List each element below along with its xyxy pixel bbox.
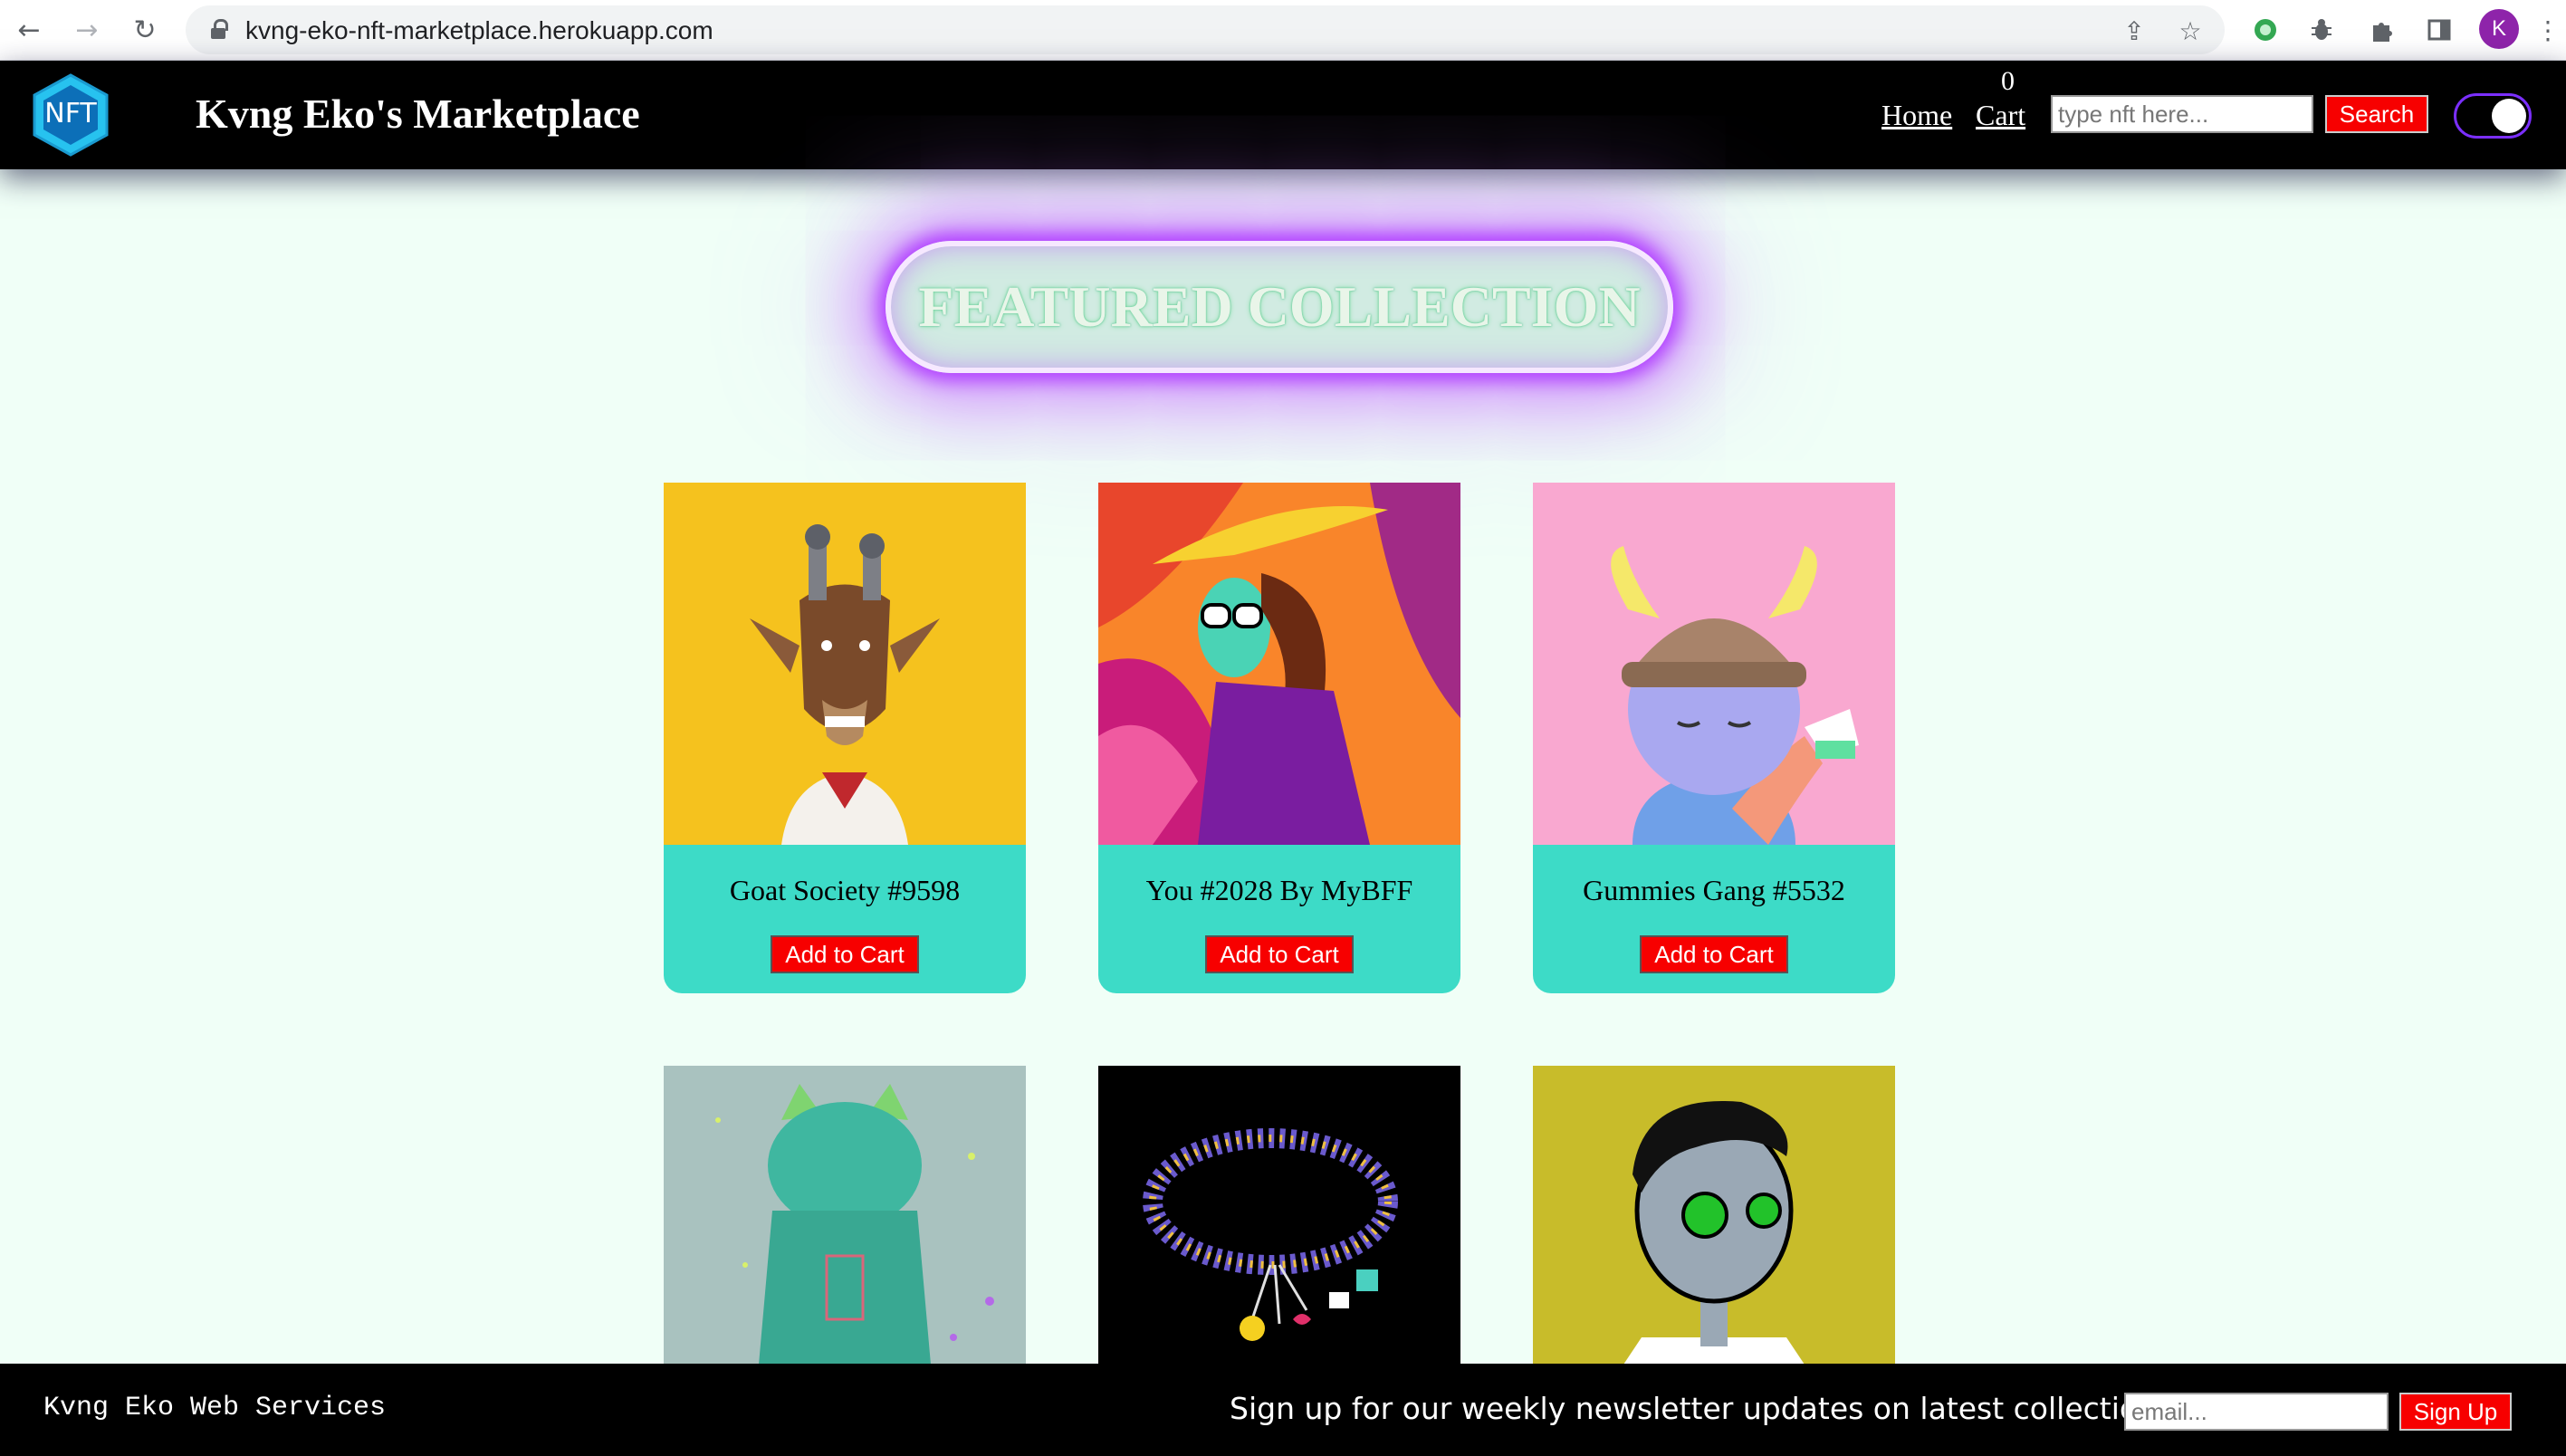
product-name: Goat Society #9598 <box>729 874 961 906</box>
nav-cart-link[interactable]: Cart <box>1976 99 2025 132</box>
kebab-menu-icon[interactable]: ⋮ <box>2530 12 2566 48</box>
add-to-cart-button[interactable]: Add to Cart <box>771 935 919 973</box>
logo-text: NFT <box>44 98 97 129</box>
lock-icon[interactable] <box>211 19 228 39</box>
extensions-puzzle-icon[interactable] <box>2363 12 2399 48</box>
toggle-knob <box>2492 99 2526 133</box>
product-card: Gummies Gang #5532 Add to Cart <box>1533 483 1895 993</box>
nav-home-link[interactable]: Home <box>1881 99 1952 132</box>
nft-logo[interactable]: NFT <box>29 72 112 158</box>
goat-society-image[interactable] <box>664 483 1026 845</box>
product-card <box>664 1066 1026 1365</box>
alien-nft-image[interactable] <box>1533 1066 1895 1365</box>
search-button[interactable]: Search <box>2325 95 2428 133</box>
email-input[interactable] <box>2124 1393 2389 1431</box>
gummies-gang-image[interactable] <box>1533 483 1895 845</box>
profile-avatar[interactable]: K <box>2479 9 2519 49</box>
product-card: You #2028 By MyBFF Add to Cart <box>1098 483 1460 993</box>
product-card <box>1533 1066 1895 1365</box>
site-title: Kvng Eko's Marketplace <box>196 91 640 137</box>
featured-banner: FEATURED COLLECTION <box>886 241 1673 373</box>
add-to-cart-button[interactable]: Add to Cart <box>1205 935 1354 973</box>
sign-up-button[interactable]: Sign Up <box>2399 1393 2512 1431</box>
featured-title: FEATURED COLLECTION <box>918 274 1641 339</box>
site-footer: Kvng Eko Web Services Sign up for our we… <box>0 1364 2566 1456</box>
side-panel-icon[interactable] <box>2421 12 2457 48</box>
search-input[interactable] <box>2051 95 2313 133</box>
add-to-cart-button[interactable]: Add to Cart <box>1640 935 1788 973</box>
bear-nft-image[interactable] <box>664 1066 1026 1365</box>
footer-brand: Kvng Eko Web Services <box>43 1393 387 1423</box>
product-name: You #2028 By MyBFF <box>1145 874 1413 906</box>
extension-green-icon[interactable] <box>2247 12 2284 48</box>
product-card: Goat Society #9598 Add to Cart <box>664 483 1026 993</box>
product-card <box>1098 1066 1460 1365</box>
site-header: NFT Kvng Eko's Marketplace Home 0 Cart S… <box>0 61 2566 169</box>
reload-icon[interactable]: ↻ <box>127 12 163 48</box>
forward-arrow-icon[interactable]: → <box>69 12 105 48</box>
theme-toggle[interactable] <box>2454 93 2532 139</box>
cart-count: 0 <box>2001 66 2015 96</box>
url-text[interactable]: kvng-eko-nft-marketplace.herokuapp.com <box>245 16 713 45</box>
newsletter-text: Sign up for our weekly newsletter update… <box>1230 1391 2173 1426</box>
you-mybff-image[interactable] <box>1098 483 1460 845</box>
bookmark-star-icon[interactable]: ☆ <box>2174 14 2207 47</box>
back-arrow-icon[interactable]: ← <box>11 12 47 48</box>
share-icon[interactable]: ⇪ <box>2118 14 2150 47</box>
address-bar[interactable]: kvng-eko-nft-marketplace.herokuapp.com ⇪… <box>186 5 2225 54</box>
bracelet-nft-image[interactable] <box>1098 1066 1460 1365</box>
product-name: Gummies Gang #5532 <box>1583 874 1845 906</box>
bug-icon[interactable] <box>2303 12 2340 48</box>
browser-toolbar: ← → ↻ kvng-eko-nft-marketplace.herokuapp… <box>0 0 2566 61</box>
